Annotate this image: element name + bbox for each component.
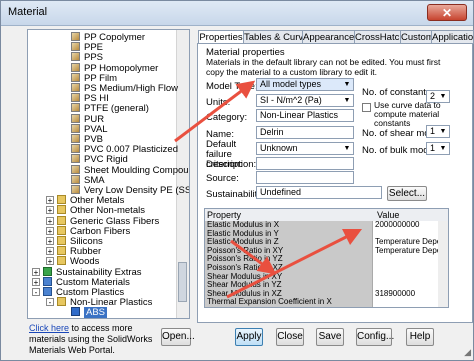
annotation-arrow <box>226 228 363 299</box>
material-dialog: Material ✕ PP Copolymer PPE PPS PP Homopoly… <box>0 0 474 361</box>
annotation-arrow <box>174 80 256 143</box>
resize-grip-icon[interactable]: ◢ <box>464 347 471 358</box>
annotation-arrows <box>174 80 363 299</box>
annotation-arrow <box>230 239 277 275</box>
